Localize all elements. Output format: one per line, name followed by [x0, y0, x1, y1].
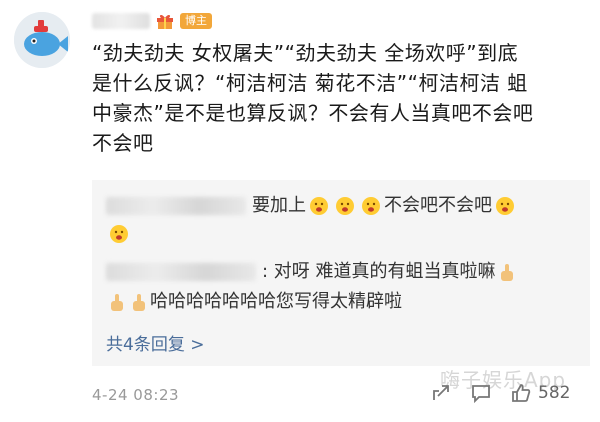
comment-text: 哈哈哈哈哈哈哈您写得太精辟啦: [150, 291, 402, 312]
author-badge: 博主: [180, 13, 212, 29]
comment-1-continued: [106, 224, 132, 244]
comment-icon[interactable]: [470, 382, 492, 404]
commenter-name-blurred[interactable]: [106, 263, 256, 281]
post-line: 中豪杰”是不是也算反讽？不会有人当真吧不会吧: [92, 101, 534, 125]
comment-text: : 对呀 难道真的有蛆当真啦嘛: [262, 261, 496, 282]
thumbs-up-icon: [111, 294, 123, 311]
emoji-face-icon: [362, 197, 380, 215]
comment-1[interactable]: 要加上 不会吧不会吧: [106, 194, 518, 218]
action-bar: 582: [430, 382, 570, 404]
commenter-name-blurred[interactable]: [106, 197, 246, 215]
emoji-face-icon: [336, 197, 354, 215]
avatar-fish-icon: [14, 12, 70, 68]
emoji-face-icon: [496, 197, 514, 215]
thumbs-up-icon: [500, 264, 513, 281]
comment-text: 要加上: [252, 195, 306, 216]
post-body: “劲夫劲夫 女权屠夫”“劲夫劲夫 全场欢呼”到底 是什么反讽？“柯洁柯洁 菊花不…: [92, 38, 592, 158]
post-line: 是什么反讽？“柯洁柯洁 菊花不洁”“柯洁柯洁 蛆: [92, 71, 528, 95]
username-blurred[interactable]: [92, 13, 150, 29]
username-area[interactable]: 博主: [92, 10, 212, 32]
like-count: 582: [538, 383, 571, 403]
gift-icon: [157, 14, 173, 29]
view-replies-link[interactable]: 共4条回复 >: [106, 330, 204, 355]
comment-preview-box[interactable]: 要加上 不会吧不会吧 : 对呀 难道真的有蛆当真啦嘛 哈哈哈哈哈哈哈您写得太精辟…: [92, 180, 590, 366]
share-icon[interactable]: [430, 382, 452, 404]
avatar[interactable]: [14, 12, 70, 68]
like-icon[interactable]: [510, 382, 532, 404]
post-timestamp: 4-24 08:23: [92, 386, 180, 404]
post-line: 不会吧: [92, 131, 154, 155]
thumbs-up-icon: [133, 294, 145, 311]
emoji-face-icon: [310, 197, 328, 215]
emoji-face-icon: [110, 225, 128, 243]
comment-2-continued: 哈哈哈哈哈哈哈您写得太精辟啦: [106, 290, 402, 314]
comment-text: 不会吧不会吧: [384, 195, 492, 216]
comment-2[interactable]: : 对呀 难道真的有蛆当真啦嘛: [106, 260, 518, 284]
post-line: “劲夫劲夫 女权屠夫”“劲夫劲夫 全场欢呼”到底: [92, 41, 519, 65]
